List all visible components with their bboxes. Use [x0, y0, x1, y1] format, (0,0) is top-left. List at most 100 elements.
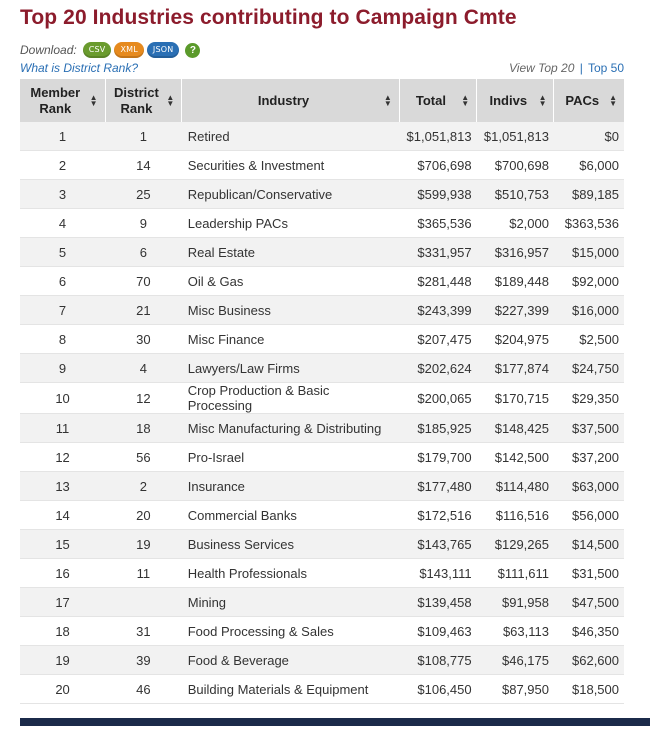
member-rank-cell: 11: [20, 413, 106, 443]
table-row: 14 20 Commercial Banks $172,516 $116,516 $56,…: [20, 500, 624, 530]
total-cell: $179,700: [399, 442, 477, 472]
indivs-cell: $46,175: [476, 645, 554, 675]
pacs-cell: $6,000: [553, 150, 624, 180]
column-header-district-rank[interactable]: District Rank ▲ ▼: [105, 79, 183, 122]
table-row: 7 21 Misc Business $243,399 $227,399 $16,000: [20, 295, 624, 325]
view-top-20-current: View Top 20: [508, 61, 575, 75]
member-rank-cell: 5: [20, 237, 106, 267]
pacs-cell: $92,000: [553, 266, 624, 296]
total-cell: $143,765: [399, 529, 477, 559]
pacs-cell: $2,500: [553, 324, 624, 354]
industry-cell: Oil & Gas: [181, 266, 400, 296]
table-row: 19 39 Food & Beverage $108,775 $46,175 $62,60…: [20, 645, 624, 675]
district-rank-cell: 4: [105, 353, 182, 383]
district-rank-cell: 9: [105, 208, 182, 238]
table-row: 11 18 Misc Manufacturing & Distributing $18…: [20, 413, 624, 443]
district-rank-cell: 6: [105, 237, 182, 267]
json-download-button[interactable]: JSON: [146, 42, 180, 58]
industry-cell: Food & Beverage: [181, 645, 400, 675]
pacs-cell: $363,536: [553, 208, 624, 238]
industry-cell: Retired: [181, 122, 400, 151]
pacs-cell: $47,500: [553, 587, 624, 617]
table-row: 6 70 Oil & Gas $281,448 $189,448 $92,000: [20, 266, 624, 296]
district-rank-cell: 1: [105, 122, 182, 151]
district-rank-cell: 14: [105, 150, 182, 180]
total-cell: $207,475: [399, 324, 477, 354]
indivs-cell: $170,715: [476, 382, 554, 414]
indivs-cell: $510,753: [476, 179, 554, 209]
industry-cell: Building Materials & Equipment: [181, 674, 400, 704]
column-header-total[interactable]: Total ▲ ▼: [399, 79, 478, 122]
industry-cell: Republican/Conservative: [181, 179, 400, 209]
total-cell: $331,957: [399, 237, 477, 267]
district-rank-cell: 20: [105, 500, 182, 530]
total-cell: $109,463: [399, 616, 477, 646]
column-header-label: Member Rank: [30, 84, 81, 116]
sort-icon: ▲ ▼: [461, 92, 470, 108]
csv-download-button[interactable]: CSV: [82, 42, 112, 58]
table-row: 10 12 Crop Production & Basic Processing $2…: [20, 382, 624, 414]
district-rank-cell: 46: [105, 674, 182, 704]
help-icon[interactable]: ?: [185, 42, 201, 58]
district-rank-cell: 18: [105, 413, 182, 443]
industry-cell: Commercial Banks: [181, 500, 400, 530]
indivs-cell: $63,113: [476, 616, 554, 646]
pacs-cell: $18,500: [553, 674, 624, 704]
district-rank-cell: 30: [105, 324, 182, 354]
page-title: Top 20 Industries contributing to Campai…: [20, 6, 517, 29]
indivs-cell: $91,958: [476, 587, 554, 617]
district-rank-cell: 31: [105, 616, 182, 646]
indivs-cell: $700,698: [476, 150, 554, 180]
industry-cell: Lawyers/Law Firms: [181, 353, 400, 383]
table-row: 16 11 Health Professionals $143,111 $111,611…: [20, 558, 624, 588]
table-row: 20 46 Building Materials & Equipment $106,4…: [20, 674, 624, 704]
column-header-pacs[interactable]: PACs ▲ ▼: [553, 79, 624, 122]
total-cell: $143,111: [399, 558, 477, 588]
total-cell: $599,938: [399, 179, 477, 209]
member-rank-cell: 7: [20, 295, 106, 325]
pacs-cell: $16,000: [553, 295, 624, 325]
total-cell: $243,399: [399, 295, 477, 325]
indivs-cell: $204,975: [476, 324, 554, 354]
member-rank-cell: 8: [20, 324, 106, 354]
industry-cell: Real Estate: [181, 237, 400, 267]
industry-cell: Insurance: [181, 471, 400, 501]
industry-cell: Crop Production & Basic Processing: [181, 382, 400, 414]
total-cell: $1,051,813: [399, 122, 477, 151]
page: Top 20 Industries contributing to Campai…: [0, 0, 663, 742]
table-row: 2 14 Securities & Investment $706,698 $700,6…: [20, 150, 624, 180]
indivs-cell: $316,957: [476, 237, 554, 267]
view-links: View Top 20 | Top 50: [509, 61, 624, 75]
table-row: 9 4 Lawyers/Law Firms $202,624 $177,874 $24,7…: [20, 353, 624, 383]
industry-cell: Misc Business: [181, 295, 400, 325]
indivs-cell: $148,425: [476, 413, 554, 443]
industry-cell: Leadership PACs: [181, 208, 400, 238]
pacs-cell: $15,000: [553, 237, 624, 267]
district-rank-cell: 25: [105, 179, 182, 209]
pacs-cell: $37,200: [553, 442, 624, 472]
xml-download-button[interactable]: XML: [114, 42, 144, 58]
district-rank-cell: 39: [105, 645, 182, 675]
district-rank-link[interactable]: What is District Rank?: [20, 61, 138, 75]
table-row: 17 Mining $139,458 $91,958 $47,500: [20, 587, 624, 617]
table-row: 18 31 Food Processing & Sales $109,463 $63,1…: [20, 616, 624, 646]
district-rank-cell: 70: [105, 266, 182, 296]
column-header-member-rank[interactable]: Member Rank ▲ ▼: [20, 79, 106, 122]
sort-icon: ▲ ▼: [89, 92, 98, 108]
column-header-label: Total: [415, 92, 446, 108]
district-rank-cell: [105, 587, 182, 617]
district-rank-cell: 21: [105, 295, 182, 325]
table-header-row: Member Rank ▲ ▼ District Rank ▲ ▼ Industry…: [20, 79, 624, 122]
pacs-cell: $62,600: [553, 645, 624, 675]
industry-cell: Pro-Israel: [181, 442, 400, 472]
view-top-50-link[interactable]: Top 50: [588, 61, 624, 75]
indivs-cell: $189,448: [476, 266, 554, 296]
industry-cell: Misc Finance: [181, 324, 400, 354]
column-header-indivs[interactable]: Indivs ▲ ▼: [476, 79, 555, 122]
indivs-cell: $177,874: [476, 353, 554, 383]
total-cell: $281,448: [399, 266, 477, 296]
column-header-label: PACs: [565, 92, 600, 108]
sort-icon: ▲ ▼: [166, 92, 175, 108]
industry-cell: Food Processing & Sales: [181, 616, 400, 646]
column-header-industry[interactable]: Industry ▲ ▼: [181, 79, 400, 122]
